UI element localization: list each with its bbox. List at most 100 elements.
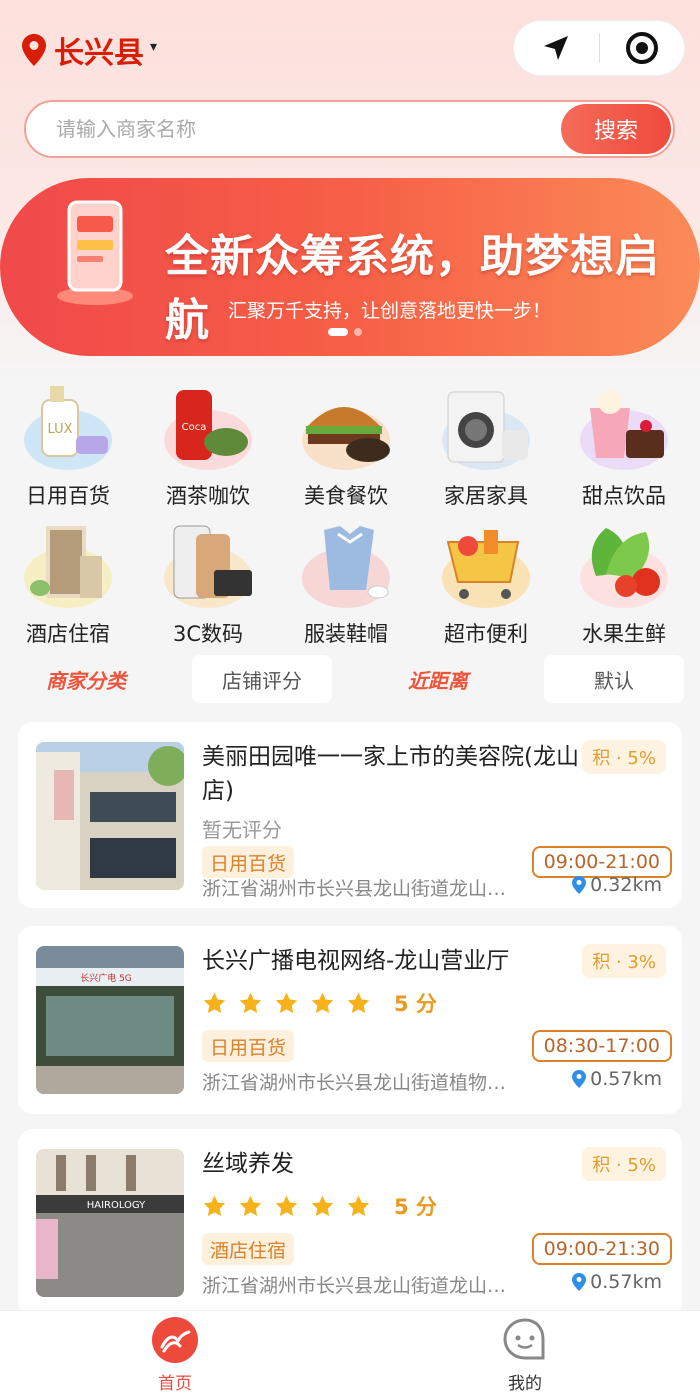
store-card[interactable]: 长兴广电 5G 长兴广播电视网络-龙山营业厅 积 · 3% 5 分日用百货 08:30-… <box>18 926 682 1114</box>
phone-icon <box>164 525 252 608</box>
store-name: 美丽田园唯一一家上市的美容院(龙山店) <box>202 744 579 804</box>
pagination-dot-active <box>328 328 348 336</box>
category-item[interactable]: 酒店住宿 <box>8 516 128 648</box>
category-item[interactable]: Coca 酒茶咖饮 <box>148 378 268 510</box>
category-label: 美食餐饮 <box>304 484 388 508</box>
store-name: 长兴广播电视网络-龙山营业厅 <box>202 948 510 974</box>
miniapp-capsule <box>513 20 685 76</box>
navigate-button[interactable] <box>514 21 599 75</box>
location-selector[interactable]: 长兴县 ▾ <box>22 28 157 72</box>
category-label: 服装鞋帽 <box>304 622 388 646</box>
star-icon <box>239 992 262 1013</box>
category-item[interactable]: 家居家具 <box>426 378 546 510</box>
store-photo: 长兴广电 5G <box>36 946 184 1094</box>
store-distance: 0.57km <box>572 1271 662 1293</box>
burger-icon <box>302 407 390 470</box>
rating-text: 暂无评分 <box>202 818 282 842</box>
navigation-arrow-icon <box>544 36 569 60</box>
category-label: 3C数码 <box>172 622 244 646</box>
cart-icon <box>442 530 530 608</box>
distance-value: 0.57km <box>590 1271 662 1293</box>
banner-title: 全新众筹系统，助梦想启航 <box>165 231 660 346</box>
store-address: 浙江省湖州市长兴县龙山街道龙山… <box>202 878 507 900</box>
category-label: 家居家具 <box>444 484 528 508</box>
tab-profile-label: 我的 <box>508 1374 542 1394</box>
close-miniapp-button[interactable] <box>600 21 685 75</box>
store-address: 浙江省湖州市长兴县龙山街道龙山… <box>202 1275 507 1297</box>
rating-stars: 5 分 <box>202 1191 437 1221</box>
store-name: 丝域养发 <box>202 1151 294 1177</box>
category-tag: 日用百货 <box>202 1030 295 1062</box>
store-address: 浙江省湖州市长兴县龙山街道植物… <box>202 1072 507 1094</box>
category-label: 甜点饮品 <box>582 484 666 508</box>
star-icon <box>203 992 226 1013</box>
promo-banner[interactable]: 全新众筹系统，助梦想启航 汇聚万千支持，让创意落地更快一步！ <box>0 178 700 356</box>
banner-subtitle: 汇聚万千支持，让创意落地更快一步！ <box>228 300 552 322</box>
clothes-icon <box>302 526 390 608</box>
points-badge: 积 · 5% <box>582 740 666 774</box>
location-pin-icon <box>22 34 46 66</box>
category-item[interactable]: LUX 日用百货 <box>8 378 128 510</box>
star-icon <box>203 1195 226 1216</box>
category-item[interactable]: 服装鞋帽 <box>286 516 406 648</box>
store-card[interactable]: 美丽田园唯一一家上市的美容院(龙山店) 积 · 5% 暂无评分 日用百货 09:00-2… <box>18 722 682 908</box>
svg-text:HAIROLOGY: HAIROLOGY <box>87 1200 146 1211</box>
pagination-dot <box>354 328 362 336</box>
distance-pin-icon <box>572 876 587 894</box>
header: 长兴县 ▾ <box>0 0 700 95</box>
points-badge: 积 · 5% <box>582 1147 666 1181</box>
svg-text:长兴广电 5G: 长兴广电 5G <box>80 972 132 984</box>
banner-pagination <box>328 328 362 336</box>
store-distance: 0.32km <box>572 874 662 896</box>
tab-home[interactable]: 首页 <box>115 1317 235 1394</box>
distance-pin-icon <box>572 1273 587 1291</box>
search-input[interactable] <box>56 102 556 156</box>
store-photo-icon <box>36 742 184 890</box>
tab-bar: 首页 我的 <box>0 1310 700 1397</box>
business-hours: 09:00-21:30 <box>531 1233 672 1265</box>
star-icon <box>275 1195 298 1216</box>
distance-value: 0.57km <box>590 1068 662 1090</box>
store-card[interactable]: HAIROLOGY 丝域养发 积 · 5% 5 分酒店住宿 09:00-21:30 浙江省… <box>18 1129 682 1317</box>
distance-pin-icon <box>572 1070 587 1088</box>
search-bar: 搜索 <box>24 100 675 158</box>
chevron-down-icon: ▾ <box>150 39 158 55</box>
star-icon <box>311 992 334 1013</box>
target-circle-icon <box>625 32 658 64</box>
rating-value: 5 分 <box>394 992 437 1016</box>
search-button[interactable]: 搜索 <box>561 104 671 154</box>
store-photo-icon: HAIROLOGY <box>36 1149 184 1297</box>
filter-default[interactable]: 默认 <box>544 655 684 703</box>
store-photo <box>36 742 184 890</box>
svg-text:Coca: Coca <box>182 422 207 433</box>
rating-stars: 5 分 <box>202 988 437 1018</box>
category-item[interactable]: 甜点饮品 <box>564 378 684 510</box>
rating-value: 5 分 <box>394 1195 437 1219</box>
store-photo-icon: 长兴广电 5G <box>36 946 184 1094</box>
filter-category[interactable]: 商家分类 <box>16 655 156 703</box>
filter-bar: 商家分类 店铺评分 近距离 默认 <box>16 655 684 705</box>
hotel-icon <box>24 526 112 608</box>
category-label: 酒茶咖饮 <box>166 484 250 508</box>
smiley-icon <box>503 1318 545 1360</box>
svg-text:LUX: LUX <box>47 422 72 437</box>
star-icon <box>239 1195 262 1216</box>
tab-profile[interactable]: 我的 <box>465 1317 585 1394</box>
filter-rating[interactable]: 店铺评分 <box>192 655 332 703</box>
washer-icon <box>442 391 530 470</box>
filter-distance[interactable]: 近距离 <box>368 655 508 703</box>
store-distance: 0.57km <box>572 1068 662 1090</box>
category-item[interactable]: 超市便利 <box>426 516 546 648</box>
category-label: 水果生鲜 <box>582 622 666 646</box>
lotion-icon: LUX <box>24 386 112 470</box>
category-tag: 酒店住宿 <box>202 1233 295 1265</box>
category-label: 日用百货 <box>26 484 110 508</box>
category-item[interactable]: 水果生鲜 <box>564 516 684 648</box>
category-item[interactable]: 3C数码 <box>148 516 268 648</box>
dessert-icon <box>580 390 668 470</box>
drink-icon: Coca <box>164 390 252 470</box>
distance-value: 0.32km <box>590 874 662 896</box>
category-item[interactable]: 美食餐饮 <box>286 378 406 510</box>
vegetable-icon <box>580 528 668 608</box>
tab-home-label: 首页 <box>158 1374 192 1394</box>
